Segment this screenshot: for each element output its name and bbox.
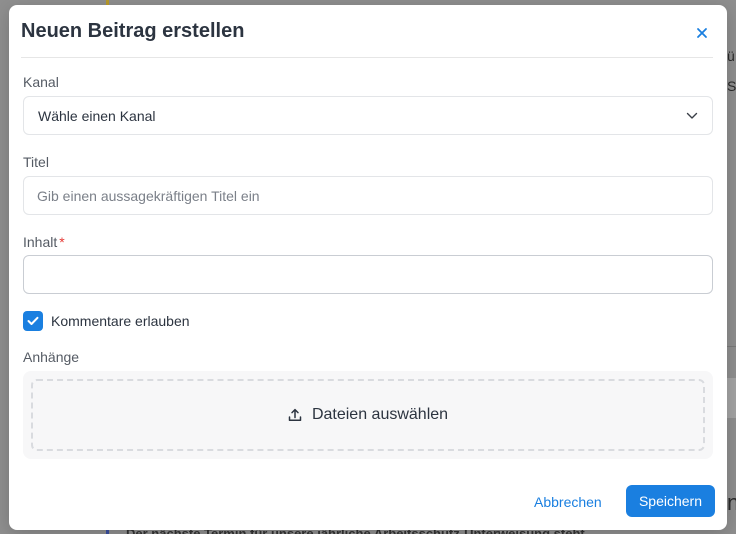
save-button[interactable]: Speichern [626,485,715,517]
channel-select[interactable]: Wähle einen Kanal [23,96,713,135]
channel-label: Kanal [23,74,59,90]
file-dropzone[interactable]: Dateien auswählen [31,379,705,451]
upload-icon [288,408,302,421]
allow-comments-checkbox[interactable] [23,311,43,331]
chevron-down-icon [686,112,698,119]
content-textarea[interactable] [23,255,713,294]
close-button[interactable] [691,22,713,44]
cancel-button[interactable]: Abbrechen [530,486,606,517]
background-text: ü [727,48,735,64]
background-text: n [727,490,736,515]
modal-header: Neuen Beitrag erstellen [21,5,713,58]
checkmark-icon [27,316,39,325]
content-label-text: Inhalt [23,234,58,250]
title-label: Titel [23,154,49,170]
background-divider [727,346,736,347]
allow-comments-label: Kommentare erlauben [51,313,190,329]
attachments-area: Dateien auswählen [23,371,713,459]
choose-files-label: Dateien auswählen [311,406,449,423]
channel-select-value: Wähle einen Kanal [38,107,156,124]
create-post-modal: Neuen Beitrag erstellen Kanal Wähle eine… [9,5,727,530]
required-marker: * [59,234,65,250]
attachments-label: Anhänge [23,349,80,365]
allow-comments-checkbox-row[interactable]: Kommentare erlauben [23,311,190,331]
background-block [727,378,736,418]
close-icon [697,28,707,38]
background-text: S [727,78,736,94]
modal-title: Neuen Beitrag erstellen [21,20,245,42]
content-label: Inhalt * [23,234,65,250]
title-input[interactable] [23,176,713,215]
